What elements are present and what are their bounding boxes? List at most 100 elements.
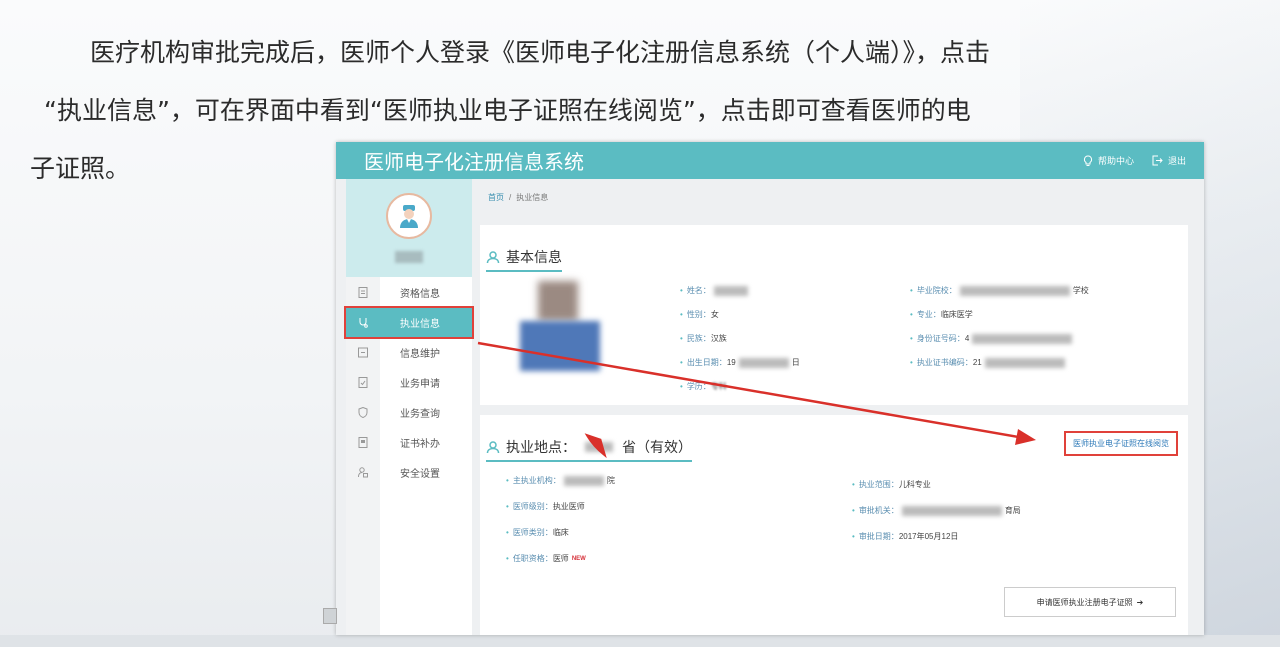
- authority-suffix: 育局: [1004, 506, 1021, 515]
- basic-info-card: 基本信息 • 姓名： • 性别：女 • 民族： 汉族 • 出生日期： 19 日 • 学历： 专科 …: [480, 225, 1188, 405]
- field-school: • 毕业院校： 学校: [910, 285, 1089, 296]
- cert-redacted: [984, 357, 1065, 368]
- basic-info-title: 基本信息: [486, 247, 562, 272]
- help-center-label: 帮助中心: [1097, 156, 1134, 166]
- approval-date-label: 审批日期：: [858, 532, 899, 541]
- sidebar-item-qualification[interactable]: 资格信息: [346, 277, 472, 307]
- ethnicity-label: 民族：: [686, 334, 711, 343]
- practice-province-redacted: [585, 442, 613, 452]
- birth-suffix: 日: [791, 358, 800, 367]
- apply-e-license-label: 申请医师执业注册电子证照: [1036, 597, 1133, 607]
- lightbulb-icon: [1083, 154, 1093, 167]
- birth-prefix: 19: [726, 358, 736, 367]
- school-label: 毕业院校：: [916, 286, 957, 295]
- sidebar-item-label: 证书补办: [400, 438, 440, 450]
- logout-link[interactable]: 退出: [1152, 154, 1186, 167]
- sidebar-item-label: 业务查询: [400, 408, 440, 420]
- institution-redacted: [563, 475, 604, 486]
- field-institution: • 主执业机构：院: [506, 475, 615, 486]
- practice-title-prefix: 执业地点：: [506, 439, 576, 455]
- user-profile: [346, 179, 472, 277]
- id-redacted: [972, 333, 1073, 344]
- app-window: 医师电子化注册信息系统 帮助中心 退出 资格信息 执业信息 信息维护 业务申请 …: [336, 142, 1204, 635]
- user-icon: [486, 441, 500, 454]
- doctor-avatar-icon: [400, 205, 418, 228]
- app-title: 医师电子化注册信息系统: [364, 150, 584, 174]
- breadcrumb-current: 执业信息: [516, 192, 549, 202]
- sidebar-item-certificate-reissue[interactable]: 证书补办: [346, 427, 472, 457]
- breadcrumb-separator: /: [509, 192, 512, 202]
- username-redacted: [395, 251, 423, 263]
- field-id-number: • 身份证号码： 4: [910, 333, 1075, 344]
- header-actions: 帮助中心 退出: [1083, 154, 1186, 167]
- institution-suffix: 院: [606, 476, 615, 485]
- basic-info-title-text: 基本信息: [506, 249, 562, 265]
- education-label: 学历：: [686, 382, 711, 391]
- field-qualification: • 任职资格： 医师 NEW: [506, 554, 586, 563]
- authority-redacted: [901, 505, 1002, 516]
- document-icon: [346, 286, 380, 298]
- edit-icon: [346, 347, 380, 358]
- qualification-value: 医师: [552, 554, 569, 563]
- school-redacted: [959, 285, 1070, 296]
- gender-label: 性别：: [686, 310, 711, 319]
- name-redacted: [713, 285, 748, 296]
- user-lock-icon: [346, 466, 380, 478]
- field-gender: • 性别：女: [680, 310, 719, 319]
- practice-title: 执业地点： 省（有效）: [486, 437, 692, 462]
- sidebar-item-query[interactable]: 业务查询: [346, 397, 472, 427]
- breadcrumb-home[interactable]: 首页: [488, 192, 504, 203]
- birth-label: 出生日期：: [686, 358, 727, 367]
- institution-label: 主执业机构：: [512, 476, 561, 485]
- education-value: 专科: [710, 382, 727, 391]
- e-license-view-link[interactable]: 医师执业电子证照在线阅览: [1064, 431, 1178, 456]
- sidebar-item-maintenance[interactable]: 信息维护: [346, 337, 472, 367]
- category-value: 临床: [552, 528, 569, 537]
- apply-e-license-button[interactable]: 申请医师执业注册电子证照 ➔: [1004, 587, 1176, 617]
- sidebar-item-label: 执业信息: [400, 318, 440, 330]
- authority-label: 审批机关：: [858, 506, 899, 515]
- slide-note-icon: [323, 608, 337, 624]
- sidebar-item-label: 安全设置: [400, 468, 440, 480]
- new-badge: NEW: [571, 555, 586, 562]
- sidebar-item-security[interactable]: 安全设置: [346, 457, 472, 487]
- logout-label: 退出: [1167, 156, 1186, 166]
- name-label: 姓名：: [686, 286, 711, 295]
- cert-label: 执业证书编码：: [916, 358, 973, 367]
- sidebar-nav: 资格信息 执业信息 信息维护 业务申请 业务查询 证书补办 安全设置: [344, 277, 474, 487]
- major-value: 临床医学: [940, 310, 973, 319]
- school-suffix: 学校: [1072, 286, 1089, 295]
- field-education: • 学历： 专科: [680, 382, 727, 391]
- field-ethnicity: • 民族： 汉族: [680, 334, 727, 343]
- id-prefix: 4: [964, 334, 970, 343]
- level-label: 医师级别：: [512, 502, 553, 511]
- slide-line-2: “执业信息”，可在界面中看到“医师执业电子证照在线阅览”，点击即可查看医师的电: [44, 96, 971, 125]
- major-label: 专业：: [916, 310, 941, 319]
- qualification-label: 任职资格：: [512, 554, 553, 563]
- birth-redacted: [738, 357, 789, 368]
- scope-value: 儿科专业: [898, 480, 931, 489]
- field-birth-date: • 出生日期： 19 日: [680, 357, 800, 368]
- practice-title-suffix: 省（有效）: [622, 439, 692, 455]
- slide-bottom-band: [0, 635, 1280, 647]
- avatar: [386, 193, 432, 239]
- sidebar-item-label: 信息维护: [400, 348, 440, 360]
- category-label: 医师类别：: [512, 528, 553, 537]
- help-center-link[interactable]: 帮助中心: [1083, 154, 1134, 167]
- practice-info-card: 执业地点： 省（有效） 医师执业电子证照在线阅览 • 主执业机构：院 • 医师级别：执…: [480, 415, 1188, 635]
- shield-icon: [346, 406, 380, 418]
- scope-label: 执业范围：: [858, 480, 899, 489]
- field-cert-number: • 执业证书编码： 21: [910, 357, 1068, 368]
- sidebar-item-practice[interactable]: 执业信息: [344, 306, 474, 339]
- doctor-photo-redacted: [520, 281, 600, 371]
- field-approval-date: • 审批日期： 2017年05月12日: [852, 532, 959, 541]
- ethnicity-value: 汉族: [710, 334, 727, 343]
- main-content: 首页 / 执业信息 基本信息 • 姓名： • 性别：女 • 民族： 汉族 • 出生日期： 1…: [480, 179, 1188, 635]
- sidebar-item-application[interactable]: 业务申请: [346, 367, 472, 397]
- field-scope: • 执业范围： 儿科专业: [852, 480, 931, 489]
- field-name: • 姓名：: [680, 285, 751, 296]
- gender-value: 女: [710, 310, 719, 319]
- sidebar-item-label: 资格信息: [400, 288, 440, 300]
- field-category: • 医师类别： 临床: [506, 528, 569, 537]
- form-icon: [346, 376, 380, 388]
